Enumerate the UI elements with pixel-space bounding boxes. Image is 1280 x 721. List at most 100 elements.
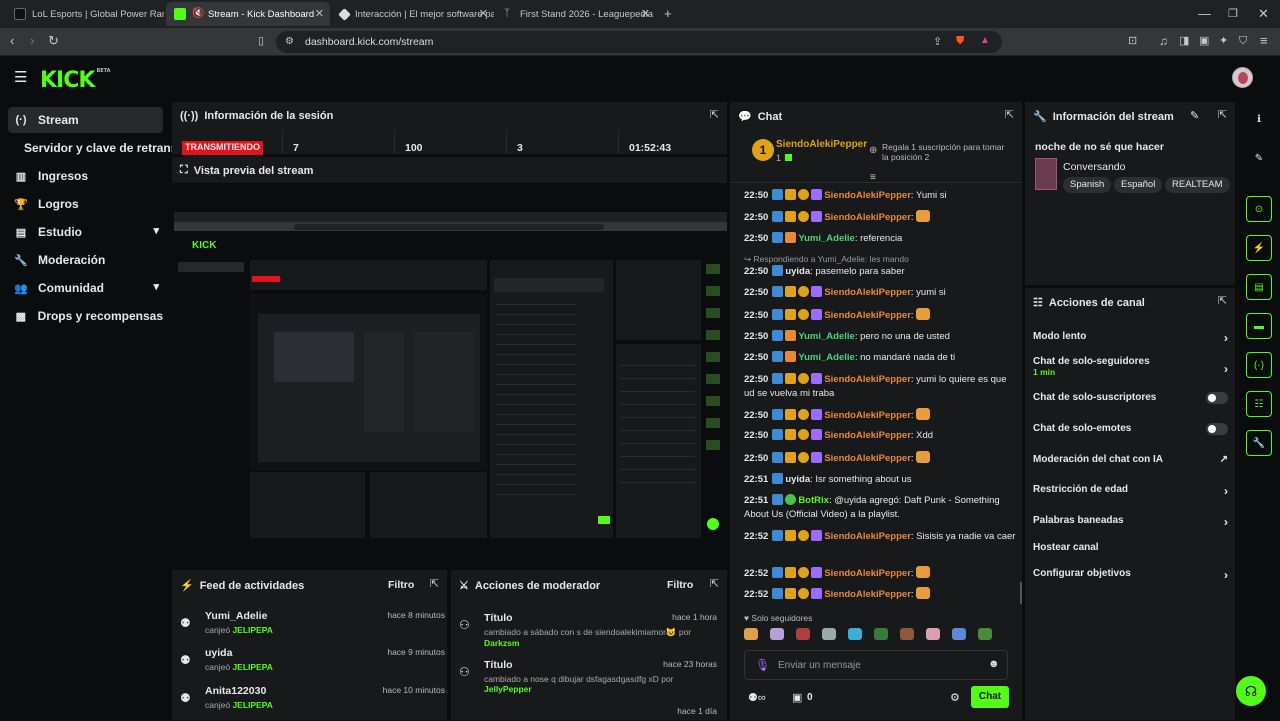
action-banned-words[interactable]: Palabras baneadas › xyxy=(1033,515,1228,529)
chat-message[interactable]: 22:52 SiendoAlekiPepper: Sisisis ya nadie… xyxy=(744,530,1016,544)
subscribers-only-toggle[interactable] xyxy=(1206,392,1228,404)
sidebar-item-ingresos[interactable]: ▥ Ingresos xyxy=(8,163,163,189)
new-tab-icon[interactable]: + xyxy=(664,7,672,21)
vpn-icon[interactable]: ⛉ xyxy=(1239,34,1247,48)
chat-message[interactable]: 22:52 SiendoAlekiPepper: xyxy=(744,566,1016,581)
menu-icon[interactable]: ≡ xyxy=(1260,34,1268,48)
popout-icon[interactable]: ⇱ xyxy=(1218,294,1227,307)
emoji-icon[interactable]: ☻ xyxy=(988,658,1000,670)
restore-icon[interactable]: ❐ xyxy=(1228,7,1238,21)
browser-tab-active[interactable]: 🔇 Stream - Kick Dashboard ✕ xyxy=(166,2,330,26)
site-info-icon[interactable]: ⚙ xyxy=(285,35,294,49)
wrench-icon[interactable]: 🔧 xyxy=(1246,430,1272,456)
filter-button[interactable]: Filtro xyxy=(667,579,693,591)
action-emotes-only[interactable]: Chat de solo-emotes xyxy=(1033,423,1228,435)
support-headset-icon[interactable]: ☊ xyxy=(1236,676,1266,706)
action-configure-goals[interactable]: Configurar objetivos › xyxy=(1033,568,1228,582)
kick-logo[interactable]: KICK BETA xyxy=(40,68,111,93)
chat-message[interactable]: 22:50 SiendoAlekiPepper: yumi si xyxy=(744,286,1016,300)
list-item[interactable]: ⚉ Yumi_Adelie hace 8 minutos canjeó JELI… xyxy=(180,608,445,646)
chat-message[interactable]: 22:51 uyida: Isr something about us xyxy=(744,473,1016,487)
camera-icon[interactable]: ⊙ xyxy=(1246,196,1272,222)
chat-message[interactable]: 22:51 BotRix: @uyida agregó: Daft Punk - … xyxy=(744,494,1016,522)
category-name[interactable]: Conversando xyxy=(1063,161,1125,173)
rewards-icon[interactable]: ▲ xyxy=(980,34,990,48)
sidebar-item-comunidad[interactable]: 👥 Comunidad ▾ xyxy=(8,275,163,301)
top-gifter-name[interactable]: SiendoAlekiPepper xyxy=(776,139,867,150)
list-item[interactable]: ⚉ Anita122030 hace 10 minutos canjeó JEL… xyxy=(180,683,445,721)
popout-icon[interactable]: ⇱ xyxy=(710,108,719,121)
wallet-icon[interactable]: ▣ xyxy=(1199,34,1209,48)
chat-message[interactable]: 22:50 SiendoAlekiPepper: Yumi si xyxy=(744,189,1016,203)
close-tab-icon[interactable]: ✕ xyxy=(315,7,324,20)
browser-tab[interactable]: Interacción | El mejor software pa ✕ xyxy=(332,2,494,26)
popout-icon[interactable]: ⇱ xyxy=(1218,108,1227,121)
chat-message[interactable]: 22:50 SiendoAlekiPepper: xyxy=(744,408,1016,423)
chat-message[interactable]: 22:50 Yumi_Adelie: pero no una de usted xyxy=(744,330,1016,344)
microphone-icon[interactable]: 🎙 xyxy=(755,658,770,672)
chat-message[interactable]: 22:50 uyida: pasemelo para saber xyxy=(744,265,1016,279)
address-bar[interactable]: ⚙ dashboard.kick.com/stream ⇪ ⛊ ▲ xyxy=(276,31,1002,53)
chat-message[interactable]: 22:50 SiendoAlekiPepper: xyxy=(744,451,1016,466)
action-subscribers-only[interactable]: Chat de solo-suscriptores xyxy=(1033,392,1228,404)
tag-badge[interactable]: Español xyxy=(1114,177,1163,193)
sidebar-item-logros[interactable]: 🏆 Logros xyxy=(8,191,163,217)
stream-preview-video[interactable]: KICK xyxy=(174,212,727,538)
chat-message[interactable]: 22:50 SiendoAlekiPepper: yumi lo quiere e… xyxy=(744,373,1016,401)
chat-message[interactable]: 22:50 SiendoAlekiPepper: xyxy=(744,308,1016,323)
sidebar-item-estudio[interactable]: ▤ Estudio ▾ xyxy=(8,219,163,245)
close-tab-icon[interactable]: ✕ xyxy=(479,7,488,20)
minimize-icon[interactable]: — xyxy=(1198,7,1211,21)
back-icon[interactable]: ‹ xyxy=(10,34,14,48)
chat-message[interactable]: 22:50 SiendoAlekiPepper: xyxy=(744,210,1016,225)
action-slow-mode[interactable]: Modo lento › xyxy=(1033,331,1228,345)
sidebar-item-stream[interactable]: (·) Stream xyxy=(8,107,163,133)
document-icon[interactable]: ▤ xyxy=(1246,274,1272,300)
bolt-icon[interactable]: ⚡ xyxy=(1246,235,1272,261)
browser-tab[interactable]: LoL Esports | Global Power Rankings xyxy=(6,2,164,26)
popout-icon[interactable]: ⇱ xyxy=(430,577,439,590)
chat-message[interactable]: 22:50 Yumi_Adelie: referencia xyxy=(744,232,1016,246)
forward-icon[interactable]: › xyxy=(30,34,34,48)
brave-shield-icon[interactable]: ⛊ xyxy=(956,34,964,48)
chat-scrollbar[interactable] xyxy=(1020,582,1022,604)
media-icon[interactable]: ♫ xyxy=(1159,34,1168,48)
filter-button[interactable]: Filtro xyxy=(388,579,414,591)
info-icon[interactable]: ℹ xyxy=(1246,106,1272,132)
close-window-icon[interactable]: ✕ xyxy=(1258,7,1269,21)
points-icon[interactable]: ⚉∞ xyxy=(748,691,766,704)
popout-icon[interactable]: ⇱ xyxy=(710,577,719,590)
tag-badge[interactable]: Spanish xyxy=(1063,177,1112,193)
close-tab-icon[interactable]: ✕ xyxy=(641,7,650,20)
extensions-icon[interactable]: ✦ xyxy=(1219,34,1228,48)
chat-bubble-icon[interactable]: ▬ xyxy=(1246,313,1272,339)
action-ai-moderation[interactable]: Moderación del chat con IA ↗ xyxy=(1033,454,1228,465)
tag-badge[interactable]: REALTEAM xyxy=(1165,177,1230,193)
emotes-only-toggle[interactable] xyxy=(1206,423,1228,435)
sidebar-item-moderacion[interactable]: 🔧 Moderación xyxy=(8,247,163,273)
browser-tab[interactable]: ᛉ First Stand 2026 - Leaguepedia | ✕ xyxy=(496,2,656,26)
avatar[interactable] xyxy=(1232,67,1253,88)
send-chat-button[interactable]: Chat xyxy=(971,686,1009,708)
reload-icon[interactable]: ↻ xyxy=(48,34,59,48)
chat-input[interactable]: 🎙 Enviar un mensaje ☻ xyxy=(744,650,1008,680)
sidebar-item-server-key[interactable]: Servidor y clave de retransm xyxy=(18,135,173,161)
action-age-restriction[interactable]: Restricción de edad › xyxy=(1033,484,1228,498)
edit-pencil-icon[interactable]: ✎ xyxy=(1190,109,1199,122)
list-item[interactable]: ⚉ uyida hace 9 minutos canjeó JELIPEPA xyxy=(180,645,445,683)
broadcast-icon[interactable]: (·) xyxy=(1246,352,1272,378)
user-list-icon[interactable]: ☷ xyxy=(1246,391,1272,417)
popout-icon[interactable]: ⇱ xyxy=(1005,108,1014,121)
list-item[interactable]: ⚇ Título hace 1 hora cambiado a sábado c… xyxy=(459,610,717,648)
sidebar-toggle-icon[interactable]: ◨ xyxy=(1179,34,1189,48)
share-icon[interactable]: ⇪ xyxy=(933,35,942,49)
screenshot-icon[interactable]: ⊡ xyxy=(1128,34,1137,48)
bookmark-icon[interactable]: ▯ xyxy=(258,34,264,48)
sidebar-item-drops[interactable]: ▩ Drops y recompensas xyxy=(8,303,163,329)
settings-gear-icon[interactable]: ⚙ xyxy=(950,691,960,704)
hamburger-menu-icon[interactable]: ☰ xyxy=(14,70,27,85)
chat-message[interactable]: 22:50 Yumi_Adelie: no mandaré nada de ti xyxy=(744,351,1016,365)
list-item[interactable]: ⚇ Título hace 23 horas cambiado a nose q… xyxy=(459,657,717,695)
list-item[interactable]: hace 1 día xyxy=(459,704,717,720)
emote-bar[interactable] xyxy=(744,628,1008,644)
